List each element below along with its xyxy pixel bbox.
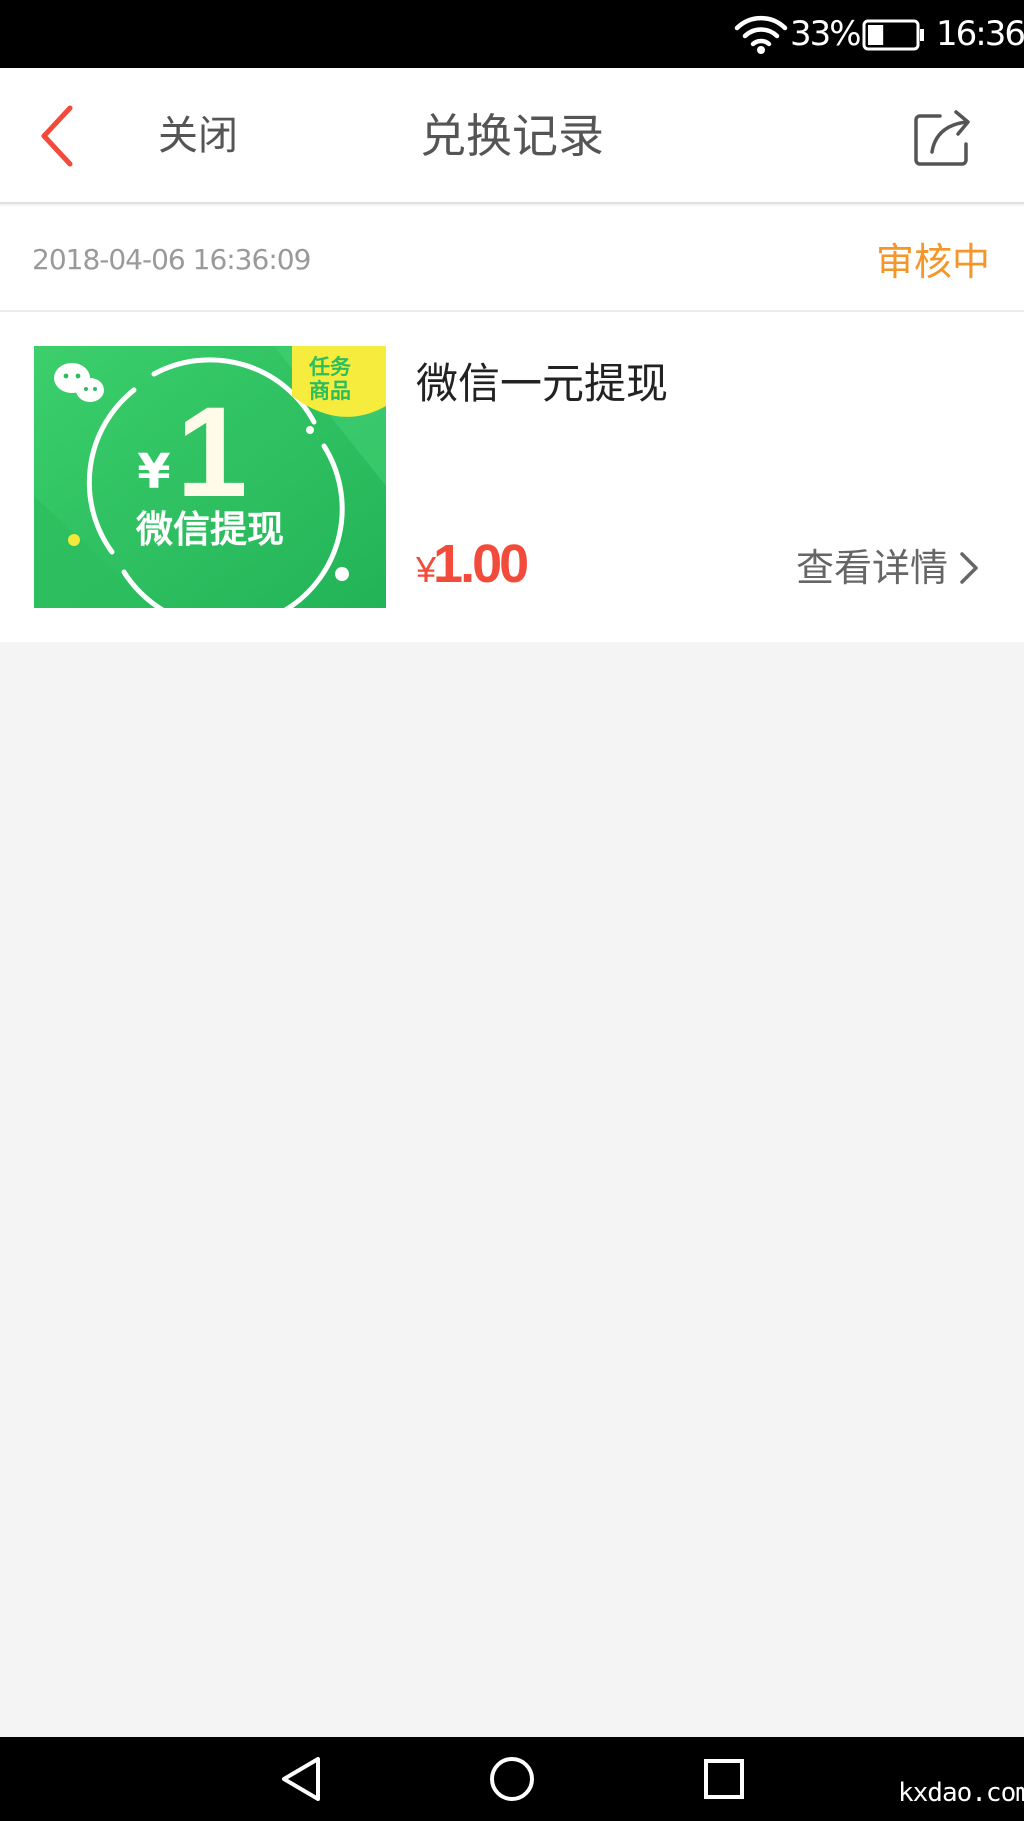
product-price: ¥1.00 bbox=[416, 526, 529, 616]
view-details-label: 查看详情 bbox=[795, 546, 948, 590]
page-title: 兑换记录 bbox=[420, 109, 604, 163]
thumbnail-amount: 1 bbox=[176, 381, 247, 524]
product-name: 微信一元提现 bbox=[416, 359, 669, 408]
thumbnail-tag-line2: 商品 bbox=[309, 379, 351, 403]
nav-header: 关闭 兑换记录 bbox=[0, 68, 1024, 204]
battery-percent: 33% bbox=[790, 14, 862, 54]
triangle-back-icon[interactable] bbox=[276, 1753, 328, 1805]
thumbnail-tag-line1: 任务 bbox=[308, 355, 352, 379]
price-amount: 1.00 bbox=[433, 534, 529, 594]
share-button[interactable] bbox=[912, 108, 976, 168]
circle-home-icon[interactable] bbox=[486, 1753, 538, 1805]
share-icon bbox=[914, 110, 970, 166]
status-bar: 33% 16:36 bbox=[0, 0, 1024, 68]
system-nav-bar: kxdao.com bbox=[0, 1737, 1024, 1821]
battery-icon bbox=[862, 19, 924, 51]
square-recents-icon[interactable] bbox=[698, 1753, 750, 1805]
thumbnail-currency: ¥ bbox=[137, 444, 170, 500]
price-currency: ¥ bbox=[416, 549, 436, 590]
watermark: kxdao.com bbox=[898, 1778, 1024, 1808]
chevron-right-icon bbox=[960, 552, 978, 584]
screen: 33% 16:36 关闭 兑换记录 2018-04-06 16:36:09 审核… bbox=[0, 0, 1024, 1821]
divider bbox=[0, 310, 1024, 312]
product-thumbnail[interactable]: 任务 商品 ¥ 1 微信提现 bbox=[34, 346, 386, 608]
thumbnail-caption: 微信提现 bbox=[135, 508, 284, 551]
wifi-icon bbox=[734, 15, 788, 54]
view-details-link[interactable]: 查看详情 bbox=[796, 538, 980, 598]
thumbnail-graphic: 任务 商品 ¥ 1 微信提现 bbox=[34, 346, 386, 608]
status-badge: 审核中 bbox=[875, 240, 990, 284]
record-date: 2018-04-06 16:36:09 bbox=[32, 243, 311, 276]
exchange-record-card: 2018-04-06 16:36:09 审核中 任务 商品 ¥ 1 微信提现 微… bbox=[0, 206, 1024, 642]
status-clock: 16:36 bbox=[936, 14, 1024, 54]
